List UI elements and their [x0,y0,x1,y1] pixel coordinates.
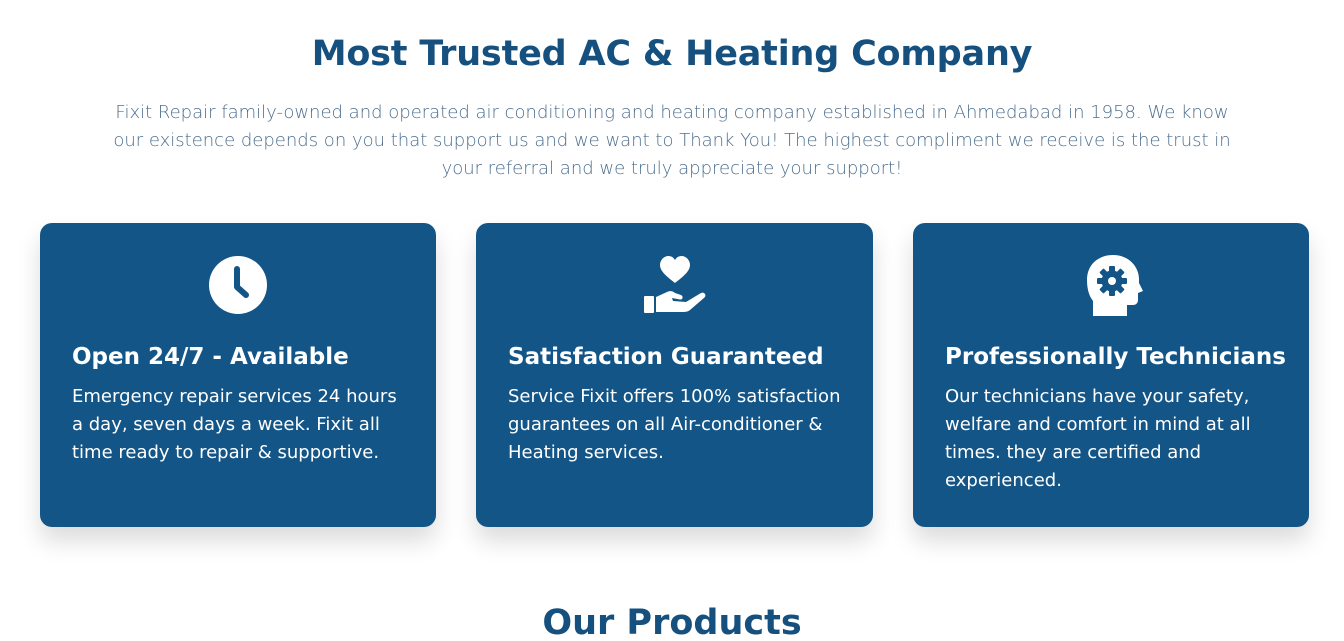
hero-description: Fixit Repair family-owned and operated a… [113,102,1231,179]
feature-card-satisfaction: Satisfaction Guaranteed Service Fixit of… [476,223,873,527]
heart-hand-icon [643,256,705,313]
clock-icon [209,256,267,314]
feature-title: Satisfaction Guaranteed [508,344,824,370]
feature-description: Emergency repair services 24 hours a day… [72,386,397,463]
feature-card-technicians: Professionally Technicians Our technicia… [913,223,1309,527]
hero-title: Most Trusted AC & Heating Company [311,34,1033,74]
products-section-title: Our Products [542,603,802,641]
page: Most Trusted AC & Heating Company Fixit … [0,0,1344,641]
feature-description: Service Fixit offers 100% satisfaction g… [508,386,841,463]
feature-title: Professionally Technicians [945,344,1286,370]
head-gear-icon [1087,255,1143,316]
feature-card-open-24-7: Open 24/7 - Available Emergency repair s… [40,223,436,527]
feature-title: Open 24/7 - Available [72,344,349,370]
feature-description: Our technicians have your safety, welfar… [945,386,1251,491]
